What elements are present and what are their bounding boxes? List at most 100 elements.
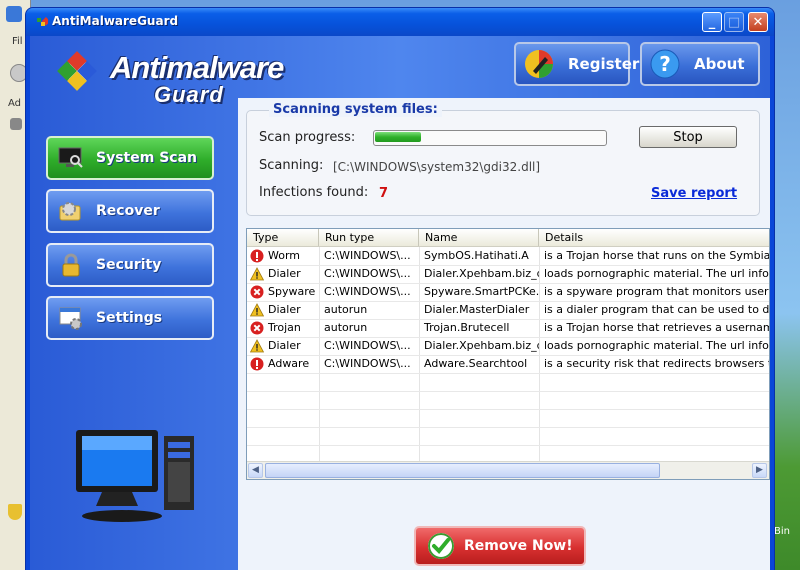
main-panel: Scanning system files: Scan progress: St… bbox=[238, 98, 770, 570]
cell-details: loads pornographic material. The url inf… bbox=[544, 339, 769, 352]
cell-type: Adware bbox=[247, 355, 319, 373]
computer-illustration bbox=[76, 430, 194, 522]
register-pen-icon bbox=[525, 50, 553, 78]
minimize-icon: _ bbox=[708, 15, 716, 30]
cell-run-type: C:\WINDOWS\... bbox=[324, 357, 411, 370]
cell-details: is a dialer program that can be used to … bbox=[544, 303, 769, 316]
table-row[interactable]: Dialer C:\WINDOWS\... Dialer.Xpehbam.biz_d… bbox=[247, 265, 769, 284]
cell-name: SymbOS.Hatihati.A bbox=[424, 249, 529, 262]
warning-icon bbox=[250, 267, 264, 281]
table-row[interactable]: Spyware C:\WINDOWS\... Spyware.SmartPCKe..… bbox=[247, 283, 769, 302]
table-body: Worm C:\WINDOWS\... SymbOS.Hatihati.A is a … bbox=[247, 247, 769, 464]
scanning-label: Scanning: bbox=[259, 158, 324, 173]
cell-details: loads pornographic material. The url inf… bbox=[544, 267, 769, 280]
register-button[interactable]: Register bbox=[514, 42, 639, 86]
help-question-icon: ? bbox=[650, 49, 680, 79]
horizontal-scrollbar[interactable]: ◀ ▶ bbox=[247, 461, 769, 479]
stop-button[interactable]: Stop bbox=[639, 126, 737, 148]
minimize-button[interactable]: _ bbox=[702, 12, 722, 32]
maximize-icon: □ bbox=[727, 15, 741, 30]
empty-table-row bbox=[247, 373, 769, 392]
column-header-name[interactable]: Name bbox=[419, 229, 539, 246]
nav-system-scan[interactable]: System Scan bbox=[46, 136, 214, 180]
threats-table: Type Run type Name Details Worm C:\WINDOW… bbox=[246, 228, 770, 480]
nav-label: System Scan bbox=[96, 150, 197, 166]
settings-window-icon bbox=[59, 307, 82, 330]
cell-type: Dialer bbox=[247, 337, 319, 355]
recycle-bin-label: Bin bbox=[774, 526, 790, 537]
scan-progress-fill bbox=[375, 132, 421, 142]
warning-icon bbox=[250, 303, 264, 317]
error-x-icon bbox=[250, 285, 264, 299]
maximize-button[interactable]: □ bbox=[724, 12, 744, 32]
error-x-icon bbox=[250, 321, 264, 335]
column-header-details[interactable]: Details bbox=[539, 229, 769, 246]
scanning-path: [C:\WINDOWS\system32\gdi32.dll] bbox=[333, 160, 541, 174]
cell-name: Spyware.SmartPCKe... bbox=[424, 285, 539, 298]
svg-text:?: ? bbox=[659, 52, 671, 76]
empty-table-row bbox=[247, 427, 769, 446]
title-bar[interactable]: AntiMalwareGuard _ □ ✕ bbox=[26, 8, 774, 36]
gear-folder-icon bbox=[59, 202, 81, 221]
cell-details: is a spyware program that monitors user … bbox=[544, 285, 769, 298]
table-row[interactable]: Dialer C:\WINDOWS\... Dialer.Xpehbam.biz_d… bbox=[247, 337, 769, 356]
table-row[interactable]: Worm C:\WINDOWS\... SymbOS.Hatihati.A is a … bbox=[247, 247, 769, 266]
nav-settings[interactable]: Settings bbox=[46, 296, 214, 340]
cell-name: Dialer.Xpehbam.biz_d bbox=[424, 339, 539, 352]
printer-icon bbox=[10, 118, 22, 130]
threat-type-text: Dialer bbox=[268, 267, 301, 280]
table-row[interactable]: Adware C:\WINDOWS\... Adware.Searchtool is … bbox=[247, 355, 769, 374]
scroll-right-button[interactable]: ▶ bbox=[752, 463, 767, 478]
remove-now-button[interactable]: Remove Now! bbox=[414, 526, 586, 566]
cell-type: Spyware bbox=[247, 283, 319, 301]
cell-details: is a security risk that redirects browse… bbox=[544, 357, 769, 370]
threat-type-text: Adware bbox=[268, 357, 310, 370]
shield-icon bbox=[8, 504, 22, 520]
cell-type: Dialer bbox=[247, 301, 319, 319]
alert-icon bbox=[250, 249, 264, 263]
cell-run-type: C:\WINDOWS\... bbox=[324, 267, 411, 280]
cell-run-type: C:\WINDOWS\... bbox=[324, 249, 411, 262]
cell-name: Dialer.Xpehbam.biz_d bbox=[424, 267, 539, 280]
close-button[interactable]: ✕ bbox=[748, 12, 768, 32]
arrow-left-icon: ◀ bbox=[252, 465, 259, 475]
column-header-run-type[interactable]: Run type bbox=[319, 229, 419, 246]
logo-line-1: Antimalware bbox=[110, 50, 284, 85]
warning-icon bbox=[250, 339, 264, 353]
remove-now-label: Remove Now! bbox=[464, 538, 573, 554]
cell-details: is a Trojan horse that retrieves a usern… bbox=[544, 321, 769, 334]
scan-progress-label: Scan progress: bbox=[259, 130, 356, 145]
empty-table-row bbox=[247, 391, 769, 410]
scroll-left-button[interactable]: ◀ bbox=[248, 463, 263, 478]
threat-type-text: Dialer bbox=[268, 339, 301, 352]
register-label: Register bbox=[568, 55, 640, 73]
table-row[interactable]: Trojan autorun Trojan.Brutecell is a Trojan… bbox=[247, 319, 769, 338]
app-logo-icon bbox=[37, 17, 48, 26]
ie-icon bbox=[6, 6, 22, 22]
cell-details: is a Trojan horse that runs on the Symbi… bbox=[544, 249, 769, 262]
arrow-right-icon: ▶ bbox=[756, 465, 763, 475]
infections-label: Infections found: bbox=[259, 185, 369, 200]
table-row[interactable]: Dialer autorun Dialer.MasterDialer is a dia… bbox=[247, 301, 769, 320]
nav-security[interactable]: Security bbox=[46, 243, 214, 287]
table-header: Type Run type Name Details bbox=[247, 229, 769, 247]
column-header-type[interactable]: Type bbox=[247, 229, 319, 246]
infections-count: 7 bbox=[379, 186, 389, 201]
close-icon: ✕ bbox=[752, 15, 764, 30]
about-label: About bbox=[694, 55, 745, 73]
save-report-link[interactable]: Save report bbox=[651, 186, 737, 201]
scan-progress-bar bbox=[373, 130, 607, 146]
empty-table-row bbox=[247, 409, 769, 428]
checkmark-icon bbox=[428, 533, 454, 559]
scroll-thumb[interactable] bbox=[265, 463, 660, 478]
logo-line-2: Guard bbox=[154, 82, 224, 107]
nav-label: Settings bbox=[96, 310, 163, 326]
threat-type-text: Dialer bbox=[268, 303, 301, 316]
scan-status-group: Scanning system files: Scan progress: St… bbox=[246, 102, 760, 216]
about-button[interactable]: ? About bbox=[640, 42, 760, 86]
client-area: Antimalware Guard Register ? About Syste… bbox=[30, 36, 770, 570]
monitor-magnifier-icon bbox=[58, 147, 83, 168]
nav-recover[interactable]: Recover bbox=[46, 189, 214, 233]
cell-run-type: autorun bbox=[324, 321, 368, 334]
app-window: AntiMalwareGuard _ □ ✕ Antimalware Guard bbox=[26, 8, 774, 570]
